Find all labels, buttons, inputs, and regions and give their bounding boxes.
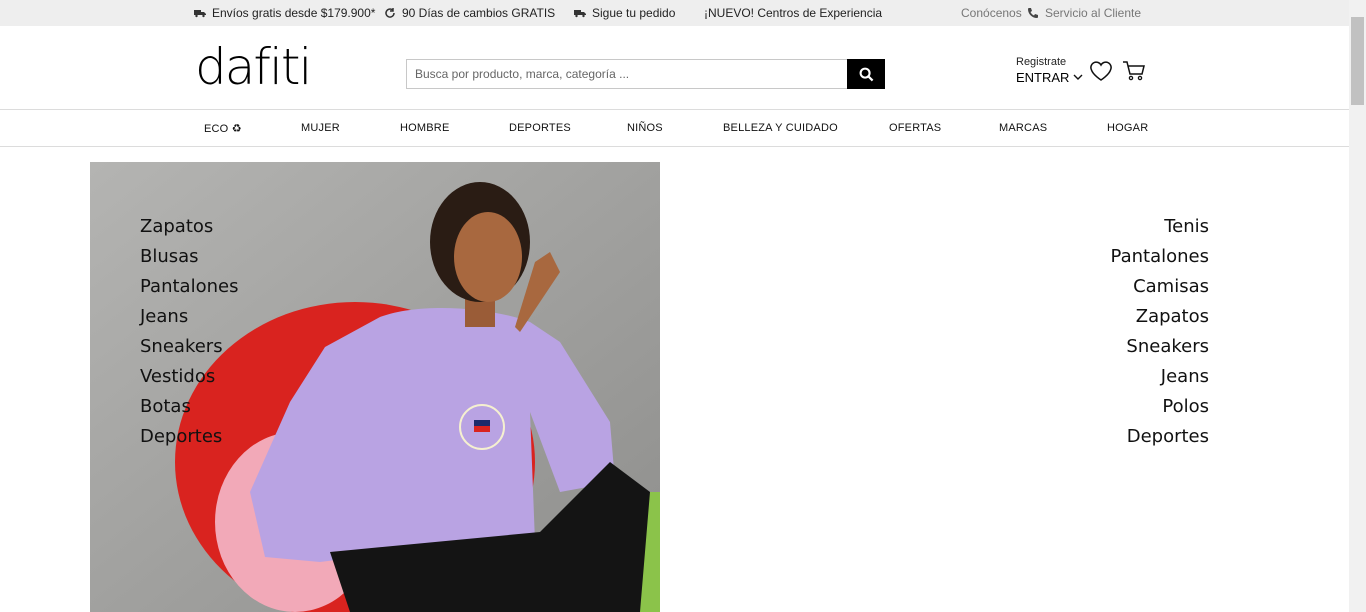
men-category-link[interactable]: Jeans	[1111, 362, 1209, 392]
chevron-down-icon	[1073, 74, 1083, 80]
women-category-link[interactable]: Deportes	[140, 422, 238, 452]
customer-service-link[interactable]: Servicio al Cliente	[1027, 0, 1141, 26]
men-category-list: Tenis Pantalones Camisas Zapatos Sneaker…	[1111, 212, 1209, 452]
site-header: dafiti Registrate ENTRAR	[0, 26, 1349, 110]
nav-item-beauty[interactable]: BELLEZA Y CUIDADO	[723, 110, 838, 146]
scrollbar-thumb[interactable]	[1351, 17, 1364, 105]
men-category-link[interactable]: Zapatos	[1111, 302, 1209, 332]
truck-icon	[194, 10, 206, 18]
nav-item-men[interactable]: HOMBRE	[400, 110, 449, 146]
women-category-link[interactable]: Blusas	[140, 242, 238, 272]
nav-item-offers[interactable]: OFERTAS	[889, 110, 941, 146]
free-shipping-promo[interactable]: Envíos gratis desde $179.900*	[194, 0, 375, 26]
women-category-list: Zapatos Blusas Pantalones Jeans Sneakers…	[140, 212, 238, 452]
about-link[interactable]: Conócenos	[961, 0, 1022, 26]
top-bar: Envíos gratis desde $179.900* 90 Días de…	[0, 0, 1349, 26]
cart-icon[interactable]	[1122, 60, 1146, 82]
register-link[interactable]: Registrate	[1016, 56, 1083, 68]
search-input[interactable]	[406, 59, 848, 89]
nav-item-brands[interactable]: MARCAS	[999, 110, 1047, 146]
nav-item-eco[interactable]: ECO ♻	[204, 110, 242, 146]
search-button[interactable]	[847, 59, 885, 89]
phone-icon	[1028, 8, 1038, 18]
tracking-text: Sigue tu pedido	[592, 6, 676, 20]
women-category-link[interactable]: Vestidos	[140, 362, 238, 392]
men-category-link[interactable]: Sneakers	[1111, 332, 1209, 362]
men-category-link[interactable]: Pantalones	[1111, 242, 1209, 272]
nav-item-sports[interactable]: DEPORTES	[509, 110, 571, 146]
about-text: Conócenos	[961, 6, 1022, 20]
men-category-link[interactable]: Deportes	[1111, 422, 1209, 452]
nav-item-kids[interactable]: NIÑOS	[627, 110, 663, 146]
truck-icon	[574, 10, 586, 18]
login-dropdown[interactable]: ENTRAR	[1016, 70, 1083, 85]
main-nav: ECO ♻ MUJER HOMBRE DEPORTES NIÑOS BELLEZ…	[0, 110, 1349, 147]
women-category-link[interactable]: Zapatos	[140, 212, 238, 242]
men-category-link[interactable]: Camisas	[1111, 272, 1209, 302]
men-category-link[interactable]: Tenis	[1111, 212, 1209, 242]
nav-item-home[interactable]: HOGAR	[1107, 110, 1148, 146]
women-category-link[interactable]: Jeans	[140, 302, 238, 332]
free-shipping-text: Envíos gratis desde $179.900*	[212, 6, 376, 20]
returns-text: 90 Días de cambios GRATIS	[402, 6, 556, 20]
heart-icon[interactable]	[1089, 59, 1113, 83]
account-menu[interactable]: Registrate ENTRAR	[1016, 56, 1083, 85]
men-category-link[interactable]: Polos	[1111, 392, 1209, 422]
customer-service-text: Servicio al Cliente	[1045, 6, 1142, 20]
experience-centers-link[interactable]: ¡NUEVO! Centros de Experiencia	[704, 0, 882, 26]
search-icon	[859, 67, 873, 81]
nav-item-women[interactable]: MUJER	[301, 110, 340, 146]
women-category-link[interactable]: Botas	[140, 392, 238, 422]
login-label: ENTRAR	[1016, 70, 1070, 85]
refresh-icon	[385, 8, 395, 18]
experience-centers-text: ¡NUEVO! Centros de Experiencia	[704, 6, 883, 20]
women-category-link[interactable]: Sneakers	[140, 332, 238, 362]
dafiti-logo[interactable]: dafiti	[195, 38, 312, 96]
returns-promo[interactable]: 90 Días de cambios GRATIS	[384, 0, 555, 26]
women-category-link[interactable]: Pantalones	[140, 272, 238, 302]
tracking-link[interactable]: Sigue tu pedido	[574, 0, 675, 26]
